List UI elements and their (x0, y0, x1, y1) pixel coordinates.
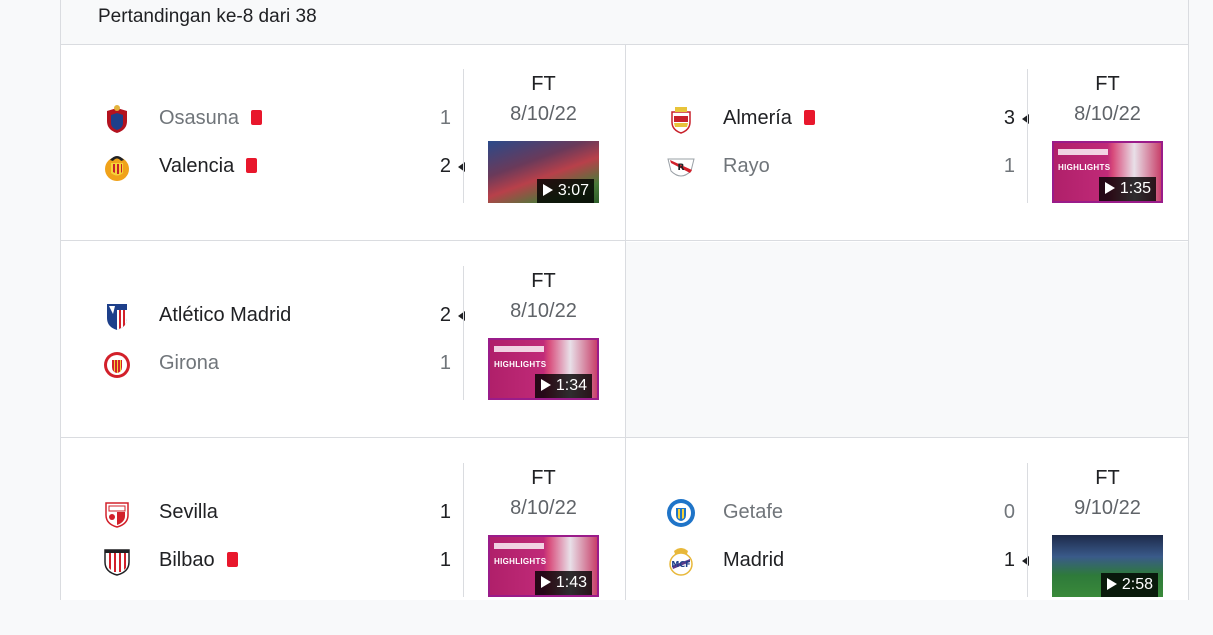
team-score: 1 (439, 549, 451, 571)
osasuna-crest-icon (107, 105, 127, 133)
match-card[interactable]: Sevilla 1 Bilbao 1 FT 8/10/22 HIGHLIGHTS… (61, 439, 625, 635)
match-status: FT (531, 73, 556, 95)
match-date: 8/10/22 (510, 497, 577, 519)
sevilla-crest-icon (105, 502, 129, 528)
video-thumbnail[interactable]: HIGHLIGHTS 1:34 (488, 338, 599, 400)
round-label: Pertandingan ke-8 dari 38 (98, 6, 317, 27)
video-duration-badge: 1:43 (534, 571, 592, 595)
team-name: Girona (159, 352, 220, 374)
match-date: 8/10/22 (1074, 103, 1141, 125)
broadcaster-logo (494, 346, 544, 352)
divider (463, 266, 464, 400)
play-icon (540, 576, 551, 588)
svg-text:MCF: MCF (671, 560, 690, 569)
highlights-label: HIGHLIGHTS (494, 557, 547, 566)
highlights-label: HIGHLIGHTS (1058, 163, 1111, 172)
match-status: FT (1095, 73, 1120, 95)
atletico-crest-icon (107, 304, 127, 330)
team-row-away: MCF Madrid 1 (665, 541, 1030, 581)
divider (1027, 463, 1028, 597)
team-name: Valencia (159, 155, 258, 178)
team-name: Getafe (723, 501, 784, 523)
play-icon (540, 379, 551, 391)
red-card-icon (246, 158, 258, 173)
team-row-away: Valencia 2 (101, 147, 466, 187)
rayo-crest-icon: R (667, 158, 695, 177)
valencia-crest-icon (105, 156, 129, 181)
match-status: FT (1095, 467, 1120, 489)
red-card-icon (251, 110, 263, 125)
match-date: 8/10/22 (510, 300, 577, 322)
play-icon (1106, 578, 1117, 590)
almeria-crest-icon (671, 107, 691, 134)
team-row-home: Getafe 0 (665, 493, 1030, 533)
team-score: 1 (439, 352, 451, 374)
team-name: Madrid (723, 549, 785, 571)
team-row-away: R Rayo 1 (665, 147, 1030, 187)
play-icon (1104, 182, 1115, 194)
video-thumbnail[interactable]: 2:58 (1052, 535, 1163, 597)
video-duration-badge: 3:07 (536, 179, 594, 203)
match-card[interactable]: Osasuna 1 Valencia 2 FT 8/10/22 3:07 (61, 45, 625, 241)
divider (1027, 69, 1028, 203)
team-name: Rayo (723, 155, 770, 177)
madrid-crest-icon: MCF (669, 548, 693, 576)
match-card[interactable]: Atlético Madrid 2 Girona 1 FT 8/10/22 HI… (61, 242, 625, 438)
bilbao-crest-icon (104, 549, 130, 576)
red-card-icon (226, 552, 238, 567)
highlights-label: HIGHLIGHTS (494, 360, 547, 369)
team-row-away: Girona 1 (101, 344, 466, 384)
team-score: 1 (439, 107, 451, 129)
empty-slot (626, 242, 1188, 437)
team-row-home: Almería 3 (665, 99, 1030, 139)
match-card[interactable]: Getafe 0 MCF Madrid 1 FT 9/10/22 2:58 (625, 439, 1189, 635)
team-score: 1 (1003, 155, 1015, 177)
video-duration-badge: 1:35 (1098, 177, 1156, 201)
video-thumbnail[interactable]: 3:07 (488, 141, 599, 203)
video-duration-badge: 1:34 (534, 374, 592, 398)
divider (463, 463, 464, 597)
team-score: 1 (439, 501, 451, 523)
video-duration-badge: 2:58 (1100, 573, 1158, 597)
round-header: Pertandingan ke-8 dari 38 (61, 0, 1188, 45)
video-thumbnail[interactable]: HIGHLIGHTS 1:43 (488, 535, 599, 597)
team-name: Osasuna (159, 107, 263, 130)
match-card[interactable]: Almería 3 R Rayo 1 FT 8/10/22 HIGHLIGHTS… (625, 45, 1189, 241)
team-row-home: Sevilla 1 (101, 493, 466, 533)
team-name: Atlético Madrid (159, 304, 292, 326)
team-name: Sevilla (159, 501, 218, 523)
team-score: 0 (1003, 501, 1015, 523)
team-name: Bilbao (159, 549, 238, 572)
team-score: 2 (439, 304, 451, 326)
team-score: 3 (1003, 107, 1015, 129)
svg-text:R: R (678, 163, 685, 173)
team-score: 1 (1003, 549, 1015, 571)
team-score: 2 (439, 155, 451, 177)
match-status: FT (531, 270, 556, 292)
getafe-crest-icon (667, 499, 695, 527)
girona-crest-icon (104, 352, 130, 378)
team-row-home: Osasuna 1 (101, 99, 466, 139)
match-date: 9/10/22 (1074, 497, 1141, 519)
team-name: Almería (723, 107, 815, 130)
broadcaster-logo (1058, 149, 1108, 155)
play-icon (542, 184, 553, 196)
match-date: 8/10/22 (510, 103, 577, 125)
broadcaster-logo (494, 543, 544, 549)
team-row-away: Bilbao 1 (101, 541, 466, 581)
video-thumbnail[interactable]: HIGHLIGHTS 1:35 (1052, 141, 1163, 203)
match-status: FT (531, 467, 556, 489)
team-row-home: Atlético Madrid 2 (101, 296, 466, 336)
matches-panel: Pertandingan ke-8 dari 38 Osasuna 1 Vale… (60, 0, 1189, 600)
divider (463, 69, 464, 203)
red-card-icon (803, 110, 815, 125)
